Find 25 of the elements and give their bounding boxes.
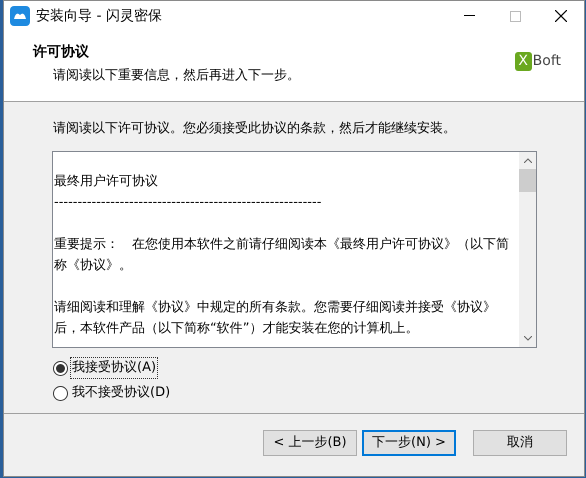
window-title: 安装向导 - 闪灵密保: [36, 6, 162, 26]
license-paragraph: 重要提示： 在您使用本软件之前请仔细阅读本《最终用户许可协议》（以下简称《协议》。: [54, 236, 510, 274]
page-subtitle: 请阅读以下重要信息，然后再进入下一步。: [52, 67, 300, 85]
radio-option[interactable]: 我接受协议(A): [53, 358, 584, 378]
instruction-text: 请阅读以下许可协议。您必须接受此协议的条款，然后才能继续安装。: [53, 120, 457, 138]
logo-mark: X: [514, 52, 532, 71]
license-paragraph: 最终用户许可协议: [54, 172, 159, 190]
dialog-button[interactable]: 取消: [473, 430, 567, 456]
logo-text: Boft: [532, 52, 561, 71]
page-title: 许可协议: [33, 43, 90, 62]
scroll-up-icon: [524, 158, 532, 162]
radio-button[interactable]: [53, 386, 68, 400]
license-paragraph: 请细阅读和理解《协议》中规定的所有条款。您需要仔细阅读并接受《协议》后，本软件产品（以下简称“软件”）才能安装在您的计算机上。: [54, 298, 497, 338]
close-icon: [555, 10, 567, 22]
dialog-button[interactable]: 下一步(N) >: [362, 430, 456, 456]
radio-button[interactable]: [53, 360, 68, 376]
dialog-button[interactable]: < 上一步(B): [263, 430, 357, 456]
radio-option[interactable]: 我不接受协议(D): [53, 384, 584, 402]
maximize-icon: [510, 10, 520, 22]
minimize-icon: [464, 15, 474, 17]
scrollbar[interactable]: [519, 152, 536, 346]
scroll-down-icon: [524, 336, 532, 340]
license-paragraph: ---------------------------------------------------------: [54, 194, 322, 212]
scrollbar-thumb[interactable]: [519, 168, 536, 192]
app-icon: [10, 6, 30, 26]
